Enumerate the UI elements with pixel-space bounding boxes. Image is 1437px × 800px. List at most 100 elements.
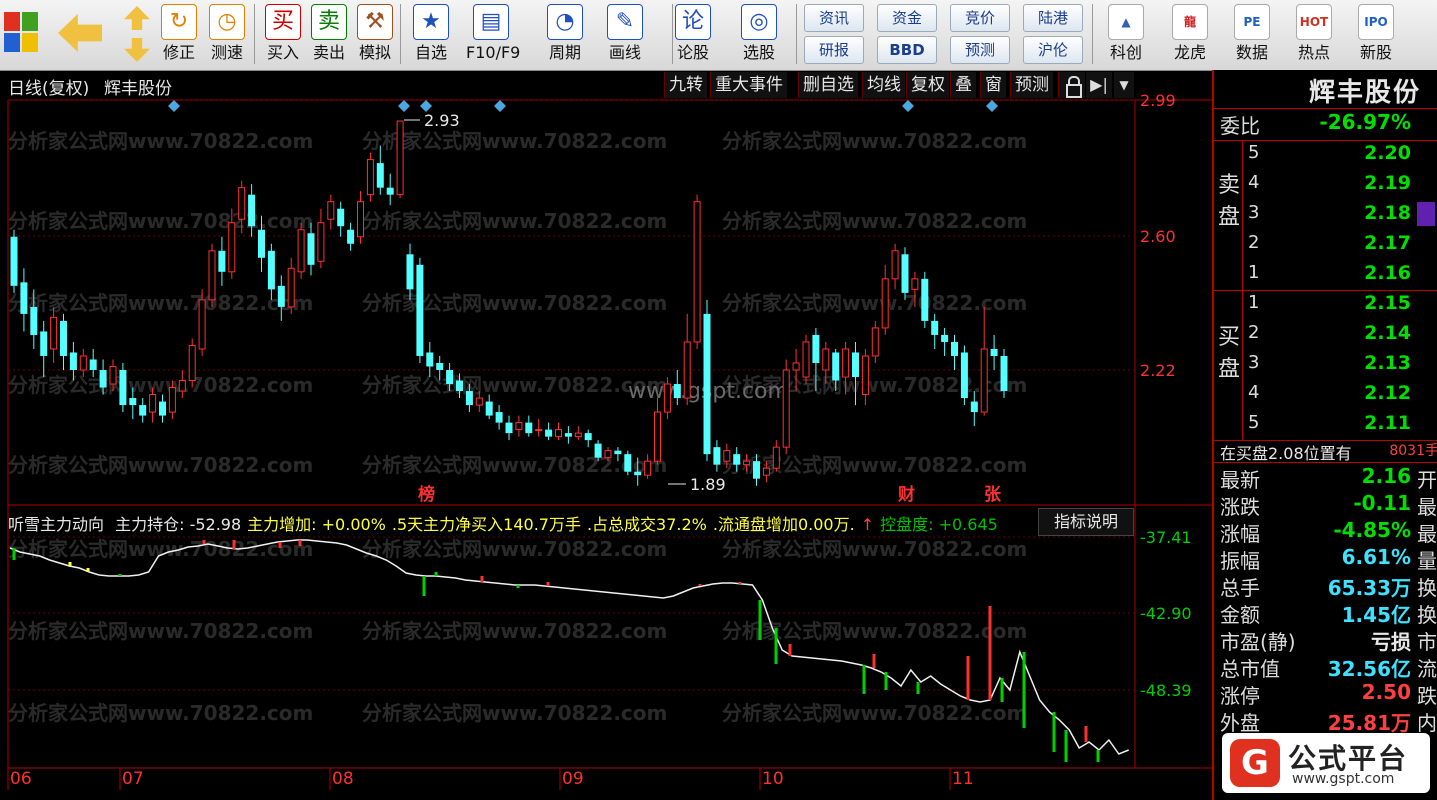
chart-menu-item[interactable]: 九转 [664, 72, 707, 98]
chart-menu-item[interactable]: 均线 [862, 72, 905, 98]
candle-body-down [1000, 355, 1008, 392]
toolbar-pencil-button[interactable]: ✎ 画线 [600, 2, 650, 66]
back-arrow-icon[interactable] [58, 14, 102, 52]
toolbar-small-button[interactable]: 资讯 [804, 4, 864, 32]
toolbar-period-button[interactable]: ◔ 周期 [540, 2, 590, 66]
chart-menu-item[interactable]: 叠 [950, 72, 976, 98]
toolbar-kechuang-button[interactable]: ▲ 科创 [1098, 2, 1154, 66]
watermark-text: 分析家公式网www.70822.com [8, 453, 313, 477]
stat-row: 振幅 6.61% 量 [1214, 545, 1437, 575]
toolbar-small-button[interactable]: BBD [877, 36, 937, 64]
candle-body-up [297, 229, 305, 273]
toolbar-data-button[interactable]: PE 数据 [1224, 2, 1280, 66]
stat-row: 总市值 32.56亿流 [1214, 653, 1437, 683]
toolbar-small-button[interactable]: 陆港 [1023, 4, 1083, 32]
chart-menu-item[interactable]: 复权 [906, 72, 949, 98]
stat-value: -0.11 [1353, 491, 1411, 515]
toolbar-small-button[interactable]: 预测 [950, 36, 1010, 64]
event-marker-label[interactable]: 张 [984, 485, 1002, 505]
candle-body-down [673, 384, 681, 399]
watermark-text: 分析家公式网www.70822.com [362, 129, 667, 153]
gspt-logo-icon: G [1230, 739, 1280, 787]
event-diamond-icon[interactable] [986, 100, 998, 112]
toolbar-star-button[interactable]: ★ 自选 [406, 2, 456, 66]
buy-char-1: 买 [1218, 325, 1241, 350]
candle-body-up [555, 429, 562, 438]
toolbar-buy-button[interactable]: 买买入 [258, 2, 308, 66]
toolbar-small-button[interactable]: 资金 [877, 4, 937, 32]
down-arrow-icon[interactable] [124, 38, 150, 62]
candle-body-down [465, 391, 473, 406]
lock-icon[interactable] [1058, 72, 1085, 98]
candle-body-down [456, 380, 463, 392]
stat-row: 涨停 2.50 跌 [1214, 680, 1437, 710]
candle-body-up [861, 355, 869, 396]
up-arrow-icon[interactable] [124, 6, 150, 30]
watermark-text: 分析家公式网www.70822.com [362, 453, 667, 477]
candle-body-up [743, 460, 751, 466]
toolbar-dragon-button[interactable]: 龍龙虎 [1162, 2, 1218, 66]
toolbar-hot-button[interactable]: HOT 热点 [1286, 2, 1342, 66]
candle-body-down [416, 264, 424, 356]
event-diamond-icon[interactable] [494, 100, 506, 112]
candle-body-down [159, 401, 166, 416]
indicator-tick-label: -48.39 [1140, 681, 1192, 700]
buy-level-index: 2 [1248, 322, 1260, 343]
expand-icon[interactable]: ▶| [1086, 72, 1112, 98]
event-diamond-icon[interactable] [902, 100, 914, 112]
stat-value: 32.56亿 [1327, 657, 1411, 681]
buy-level-index: 4 [1248, 382, 1260, 403]
stat-label: 涨幅 [1220, 522, 1260, 546]
windows-logo-icon[interactable] [4, 12, 38, 52]
candle-body-down [277, 285, 285, 307]
toolbar-refresh-button[interactable]: ↻ 修正 [154, 2, 204, 66]
event-diamond-icon[interactable] [168, 100, 180, 112]
weibi-value: -26.97% [1319, 110, 1411, 134]
stat-value: 65.33万 [1327, 576, 1411, 600]
toolbar-label: 龙虎 [1173, 43, 1206, 62]
chart-menu-item[interactable]: 预测 [1010, 72, 1053, 98]
chart-menu-item[interactable]: 删自选 [798, 72, 858, 98]
indicator-explain-button[interactable]: 指标说明 [1038, 508, 1134, 536]
menu-dropdown-icon[interactable]: ▼ [1114, 72, 1134, 98]
toolbar-sell-button[interactable]: 卖卖出 [304, 2, 354, 66]
candle-body-up [515, 422, 523, 431]
event-marker-label[interactable]: 榜 [418, 484, 435, 505]
notice-text: 在买盘2.08位置有 [1220, 444, 1352, 462]
f10-icon: ▤ [473, 4, 509, 40]
hot-icon: HOT [1296, 4, 1332, 40]
event-diamond-icon[interactable] [398, 100, 410, 112]
month-label: 09 [562, 769, 584, 789]
month-label: 10 [762, 769, 784, 789]
toolbar-clock-button[interactable]: ◷ 测速 [202, 2, 252, 66]
toolbar-ipo-button[interactable]: IPO 新股 [1348, 2, 1404, 66]
toolbar-discuss-button[interactable]: 论论股 [668, 2, 718, 66]
period-icon: ◔ [547, 4, 583, 40]
toolbar-small-button[interactable]: 沪伦 [1023, 36, 1083, 64]
buy-level-index: 5 [1248, 412, 1260, 433]
chart-menu-item[interactable]: 窗 [980, 72, 1006, 98]
toolbar-hammer-button[interactable]: ⚒ 模拟 [350, 2, 400, 66]
sell-level-index: 3 [1248, 202, 1260, 223]
candle-body-down [832, 352, 840, 381]
toolbar-separator [254, 4, 255, 64]
toolbar-label: 测速 [210, 43, 243, 62]
toolbar-small-button[interactable]: 竞价 [950, 4, 1010, 32]
chart-menu-item[interactable]: 重大事件 [710, 72, 787, 98]
candle-body-up [574, 432, 582, 438]
event-marker-label[interactable]: 财 [897, 484, 915, 505]
month-label: 07 [122, 769, 144, 789]
period-label: 日线(复权) [8, 79, 90, 99]
indicator-tick-label: -42.90 [1140, 604, 1192, 623]
candle-body-up [396, 120, 404, 196]
toolbar-label: 买入 [266, 43, 299, 62]
toolbar-f10-button[interactable]: ▤ F10/F9 [466, 2, 520, 66]
buy-level-price: 2.12 [1364, 382, 1411, 404]
hammer-icon: ⚒ [357, 4, 393, 40]
toolbar-pick-button[interactable]: ◎ 选股 [734, 2, 784, 66]
toolbar-separator [796, 4, 797, 64]
candle-body-down [248, 194, 256, 227]
toolbar-small-button[interactable]: 研报 [804, 36, 864, 64]
gspt-logo: G 公式平台 www.gspt.com [1222, 733, 1430, 793]
buy-level-price: 2.11 [1364, 412, 1411, 434]
